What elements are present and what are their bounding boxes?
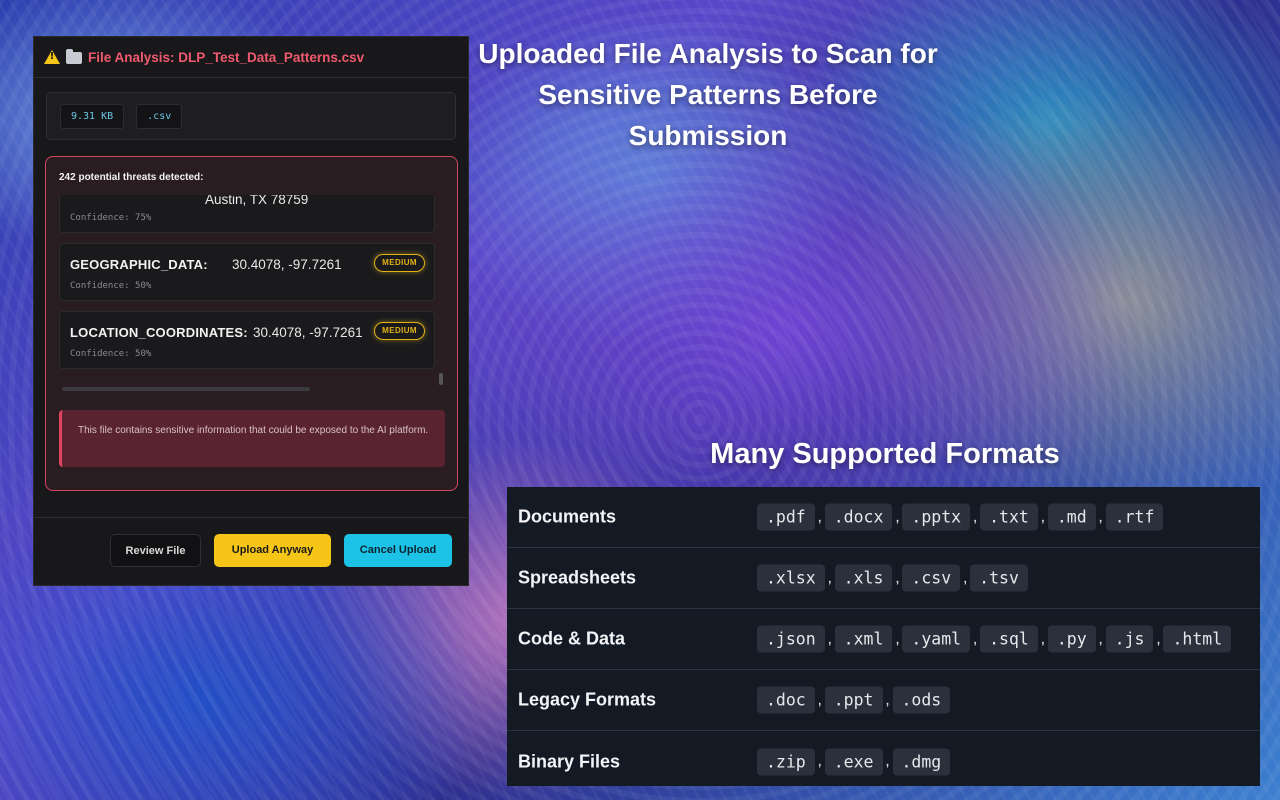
upload-anyway-button[interactable]: Upload Anyway [214, 534, 331, 567]
format-extensions: .doc, .ppt, .ods [757, 686, 951, 714]
folder-icon [66, 48, 82, 64]
separator: , [1040, 508, 1046, 525]
separator: , [895, 630, 900, 647]
extension-chip: .xlsx [757, 564, 825, 592]
formats-title: Many Supported Formats [710, 438, 1060, 470]
threat-list[interactable]: Austin, TX 78759 Confidence: 75% GEOGRAP… [59, 195, 439, 385]
extension-chip: .sql [980, 625, 1038, 653]
severity-badge: MEDIUM [374, 254, 425, 272]
horizontal-scrollbar[interactable] [62, 387, 310, 391]
separator: , [972, 630, 978, 647]
format-category: Documents [518, 506, 617, 527]
formats-table: Documents .pdf, .docx, .pptx, .txt, .md, .rtf S… [507, 487, 1260, 786]
extension-chip: .dmg [892, 748, 951, 775]
format-extensions: .json, .xml, .yaml, .sql, .py, .js, .html [757, 625, 1232, 653]
threat-value: Austin, TX 78759 [205, 195, 309, 207]
threat-confidence: Confidence: 75% [70, 213, 152, 223]
threat-card: LOCATION_COORDINATES: 30.4078, -97.7261 … [59, 311, 435, 369]
extension-chip: .js [1105, 625, 1154, 653]
threat-type: GEOGRAPHIC_DATA: [70, 257, 208, 272]
warning-icon [44, 50, 60, 64]
format-category: Legacy Formats [518, 689, 657, 710]
format-category: Code & Data [518, 628, 626, 649]
extension-chip: .py [1047, 625, 1096, 653]
extension-chip: .doc [757, 686, 815, 714]
separator: , [885, 752, 890, 770]
threat-value: 30.4078, -97.7261 [232, 257, 342, 272]
separator: , [817, 508, 822, 525]
dialog-header: File Analysis: DLP_Test_Data_Patterns.cs… [34, 37, 468, 78]
separator: , [885, 691, 890, 708]
extension-chip: .csv [902, 564, 961, 592]
format-extensions: .pdf, .docx, .pptx, .txt, .md, .rtf [757, 503, 1164, 531]
extension-chip: .yaml [902, 625, 971, 653]
extension-chip: .txt [980, 503, 1038, 531]
threat-value: 30.4078, -97.7261 [253, 325, 363, 340]
severity-badge: MEDIUM [374, 322, 425, 340]
extension-chip: .exe [824, 748, 883, 775]
threats-header: 242 potential threats detected: [59, 172, 204, 183]
format-extensions: .zip, .exe, .dmg [757, 748, 951, 775]
format-row: Code & Data .json, .xml, .yaml, .sql, .py, .js… [507, 609, 1260, 670]
extension-chip: .rtf [1105, 503, 1164, 531]
cancel-upload-button[interactable]: Cancel Upload [344, 534, 452, 567]
format-category: Spreadsheets [518, 567, 637, 588]
review-file-button[interactable]: Review File [110, 534, 201, 567]
separator: , [1098, 508, 1103, 525]
separator: , [827, 630, 832, 647]
headline: Uploaded File Analysis to Scan for Sensi… [478, 38, 938, 151]
threat-card: GEOGRAPHIC_DATA: 30.4078, -97.7261 MEDIU… [59, 243, 435, 301]
file-size-chip: 9.31 KB [60, 103, 125, 129]
extension-chip: .html [1163, 625, 1232, 653]
separator: , [895, 569, 900, 586]
extension-chip: .xls [834, 564, 893, 592]
sensitive-alert: This file contains sensitive information… [59, 410, 445, 467]
extension-chip: .ods [892, 686, 951, 714]
format-extensions: .xlsx, .xls, .csv, .tsv [757, 564, 1028, 592]
file-analysis-dialog: File Analysis: DLP_Test_Data_Patterns.cs… [33, 36, 469, 586]
file-ext-chip: .csv [136, 103, 183, 129]
extension-chip: .json [757, 625, 825, 653]
format-row: Spreadsheets .xlsx, .xls, .csv, .tsv [507, 548, 1260, 609]
extension-chip: .ppt [824, 686, 883, 714]
format-row: Legacy Formats .doc, .ppt, .ods [507, 670, 1260, 731]
separator: , [895, 508, 900, 525]
extension-chip: .zip [757, 748, 815, 775]
format-category: Binary Files [518, 751, 621, 771]
separator: , [1040, 630, 1046, 647]
extension-chip: .docx [824, 503, 893, 531]
format-row: Documents .pdf, .docx, .pptx, .txt, .md, .rtf [507, 487, 1260, 548]
separator: , [972, 508, 978, 525]
dialog-footer: Review File Upload Anyway Cancel Upload [34, 517, 468, 585]
threat-card: Austin, TX 78759 Confidence: 75% [59, 195, 435, 233]
separator: , [827, 569, 832, 586]
file-meta: 9.31 KB .csv [46, 92, 456, 140]
extension-chip: .xml [834, 625, 893, 653]
threats-panel: 242 potential threats detected: Austin, … [45, 156, 458, 491]
threat-confidence: Confidence: 50% [70, 281, 152, 291]
threat-confidence: Confidence: 50% [70, 349, 152, 359]
separator: , [1098, 630, 1103, 647]
extension-chip: .pptx [902, 503, 971, 531]
extension-chip: .md [1047, 503, 1096, 531]
separator: , [817, 691, 822, 708]
separator: , [962, 569, 968, 586]
threat-type: LOCATION_COORDINATES: [70, 325, 248, 340]
vertical-scrollbar[interactable] [439, 373, 443, 385]
extension-chip: .tsv [970, 564, 1028, 592]
separator: , [1156, 630, 1161, 647]
dialog-title: File Analysis: DLP_Test_Data_Patterns.cs… [88, 49, 365, 65]
format-row: Binary Files .zip, .exe, .dmg [507, 731, 1260, 792]
extension-chip: .pdf [757, 503, 815, 531]
separator: , [817, 752, 822, 770]
